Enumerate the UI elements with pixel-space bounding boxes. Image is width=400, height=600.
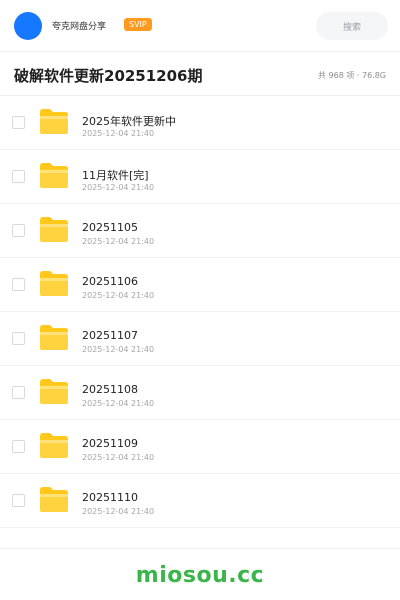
list-item[interactable]: 20251109 2025-12-04 21:40 — [0, 420, 400, 474]
search-placeholder: 搜索 — [342, 22, 361, 33]
checkbox[interactable] — [12, 170, 25, 183]
folder-icon — [40, 217, 68, 242]
folder-icon — [40, 433, 68, 458]
file-name: 20251106 — [82, 275, 138, 288]
file-name: 11月软件[完] — [82, 169, 149, 182]
file-date: 2025-12-04 21:40 — [82, 183, 155, 192]
search-input[interactable]: 搜索 — [316, 12, 388, 40]
file-date: 2025-12-04 21:40 — [82, 345, 155, 354]
checkbox[interactable] — [12, 224, 25, 237]
header: 夸克网盘分享 SVIP 搜索 — [0, 0, 400, 52]
file-date: 2025-12-04 21:40 — [82, 129, 155, 138]
file-list: 2025年软件更新中 2025-12-04 21:40 11月软件[完] 202… — [0, 96, 400, 528]
file-date: 2025-12-04 21:40 — [82, 453, 155, 462]
footer: miosou.cc — [0, 548, 400, 600]
file-date: 2025-12-04 21:40 — [82, 291, 155, 300]
file-name: 20251109 — [82, 437, 138, 450]
page-title: 破解软件更新20251206期 — [14, 67, 203, 85]
list-item[interactable]: 20251110 2025-12-04 21:40 — [0, 474, 400, 528]
list-item[interactable]: 2025年软件更新中 2025-12-04 21:40 — [0, 96, 400, 150]
folder-icon — [40, 379, 68, 404]
list-item[interactable]: 20251108 2025-12-04 21:40 — [0, 366, 400, 420]
folder-icon — [40, 487, 68, 512]
file-name: 20251107 — [82, 329, 138, 342]
folder-icon — [40, 325, 68, 350]
watermark: miosou.cc — [135, 563, 265, 588]
svip-badge: SVIP — [124, 18, 152, 31]
title-bar: 破解软件更新20251206期 共 968 项 · 76.8G — [0, 52, 400, 96]
app-name: 夸克网盘分享 — [52, 22, 107, 32]
file-date: 2025-12-04 21:40 — [82, 399, 155, 408]
file-name: 20251110 — [82, 491, 138, 504]
folder-icon — [40, 109, 68, 134]
checkbox[interactable] — [12, 440, 25, 453]
list-item[interactable]: 11月软件[完] 2025-12-04 21:40 — [0, 150, 400, 204]
list-item[interactable]: 20251105 2025-12-04 21:40 — [0, 204, 400, 258]
checkbox[interactable] — [12, 494, 25, 507]
share-page: 夸克网盘分享 SVIP 搜索 破解软件更新20251206期 共 968 项 ·… — [0, 0, 400, 600]
file-name: 2025年软件更新中 — [82, 115, 176, 128]
folder-icon — [40, 271, 68, 296]
file-name: 20251108 — [82, 383, 138, 396]
checkbox[interactable] — [12, 332, 25, 345]
file-name: 20251105 — [82, 221, 138, 234]
file-date: 2025-12-04 21:40 — [82, 507, 155, 516]
checkbox[interactable] — [12, 278, 25, 291]
list-item[interactable]: 20251106 2025-12-04 21:40 — [0, 258, 400, 312]
checkbox[interactable] — [12, 386, 25, 399]
checkbox[interactable] — [12, 116, 25, 129]
folder-icon — [40, 163, 68, 188]
list-item[interactable]: 20251107 2025-12-04 21:40 — [0, 312, 400, 366]
share-meta: 共 968 项 · 76.8G — [318, 71, 386, 80]
avatar[interactable] — [14, 12, 42, 40]
file-date: 2025-12-04 21:40 — [82, 237, 155, 246]
